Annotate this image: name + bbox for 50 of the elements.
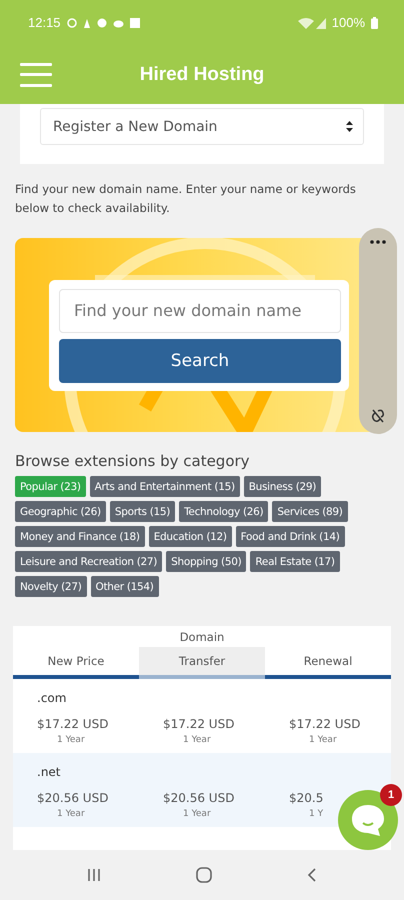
term-text: 1 Year — [183, 809, 211, 819]
category-tag[interactable]: Services (89) — [272, 501, 348, 522]
term-text: 1 Year — [309, 735, 337, 745]
category-tag[interactable]: Sports (15) — [110, 501, 176, 522]
category-tag[interactable]: Novelty (27) — [15, 576, 86, 597]
categories-heading: Browse extensions by category — [15, 452, 251, 470]
category-tag[interactable]: Shopping (50) — [166, 551, 246, 572]
app-title: Hired Hosting — [138, 64, 266, 86]
signal-icon — [298, 16, 326, 28]
term-text: 1 Year — [57, 735, 85, 745]
intro-text: Find your new domain name. Enter your name or keywords below to check availability. — [15, 181, 357, 217]
category-tag[interactable]: Education (12) — [148, 526, 232, 547]
chat-icon — [350, 803, 386, 837]
notification-badge: 1 — [380, 784, 402, 806]
domain-extension: .net — [36, 765, 62, 779]
pricing-tab[interactable]: Transfer — [139, 647, 265, 679]
app-icon — [96, 16, 107, 28]
category-tag[interactable]: Food and Drink (14) — [236, 526, 345, 547]
recent-apps-icon[interactable] — [86, 867, 102, 883]
price-text: $20.56 USD — [37, 791, 108, 805]
price-text: $20.5 — [289, 791, 324, 805]
table-heading: Domain — [178, 629, 226, 646]
category-tag[interactable]: Popular (23) — [15, 476, 86, 497]
category-tag[interactable]: Geographic (26) — [15, 501, 106, 522]
price-text: $17.22 USD — [289, 717, 360, 731]
link-off-icon[interactable] — [370, 408, 386, 424]
status-time: 12:15 — [28, 15, 61, 30]
category-tag[interactable]: Real Estate (17) — [250, 551, 340, 572]
domain-action-select[interactable]: Register a New Domain — [40, 108, 364, 145]
category-tag[interactable]: Technology (26) — [179, 501, 268, 522]
term-text: 1 Year — [183, 735, 211, 745]
domain-search-field[interactable]: Find your new domain name — [59, 288, 341, 332]
price-text: $17.22 USD — [37, 717, 108, 731]
home-icon[interactable] — [194, 866, 213, 884]
back-icon[interactable] — [306, 867, 318, 883]
category-tag[interactable]: Business (29) — [244, 476, 322, 497]
price-text: $17.22 USD — [163, 717, 234, 731]
more-icon[interactable] — [370, 240, 386, 244]
term-text: 1 Y — [309, 809, 324, 819]
battery-icon — [371, 16, 378, 28]
term-text: 1 Year — [57, 809, 85, 819]
search-button[interactable]: Search — [59, 338, 341, 382]
battery-level: 100% — [332, 15, 365, 30]
category-tag[interactable]: Leisure and Recreation (27) — [15, 551, 162, 572]
category-tag[interactable]: Money and Finance (18) — [15, 526, 145, 547]
category-tag[interactable]: Other (154) — [90, 576, 159, 597]
price-text: $20.56 USD — [163, 791, 234, 805]
sort-caret-icon — [346, 121, 353, 132]
domain-extension: .com — [36, 691, 68, 705]
category-tag[interactable]: Arts and Entertainment (15) — [90, 476, 240, 497]
